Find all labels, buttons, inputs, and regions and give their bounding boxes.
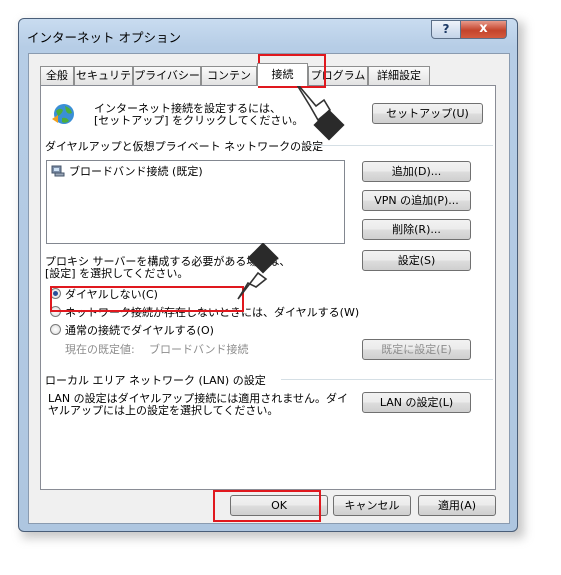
add-button-label: 追加(D)... (391, 165, 442, 178)
add-vpn-button[interactable]: VPN の追加(P)... (362, 190, 471, 211)
highlight-box-ok (213, 490, 321, 522)
lan-button-label: LAN の設定(L) (379, 396, 454, 409)
current-default-label: 現在の既定値: (65, 343, 135, 356)
broadband-connection-icon (51, 165, 65, 177)
current-default-value: ブロードバンド接続 (149, 343, 249, 356)
remove-button-label: 削除(R)... (392, 223, 441, 236)
tab-security[interactable]: セキュリティ (74, 66, 133, 99)
add-connection-button[interactable]: 追加(D)... (362, 161, 471, 182)
pointer-hand-icon (293, 79, 345, 141)
lan-section-label: ローカル エリア ネットワーク (LAN) の設定 (45, 374, 266, 387)
setup-button[interactable]: セットアップ(U) (372, 103, 483, 124)
help-button[interactable]: ? (431, 20, 461, 39)
tab-content[interactable]: コンテンツ (201, 66, 257, 99)
setup-text-line2: [セットアップ] をクリックしてください。 (94, 114, 304, 127)
lan-settings-button[interactable]: LAN の設定(L) (362, 392, 471, 413)
add-vpn-button-label: VPN の追加(P)... (374, 194, 459, 207)
tab-advanced[interactable]: 詳細設定 (368, 66, 430, 85)
globe-connection-icon (52, 104, 74, 124)
apply-button-label: 適用(A) (437, 499, 477, 512)
highlight-box-dial-never (50, 286, 244, 312)
tab-connections[interactable]: 接続 (257, 63, 308, 86)
dial-always-label[interactable]: 通常の接続でダイヤルする(O) (65, 322, 214, 338)
window-title: インターネット オプション (27, 30, 181, 45)
connections-listbox[interactable]: ブロードバンド接続 (既定) (46, 160, 345, 244)
settings-button-label: 設定(S) (397, 254, 436, 267)
set-default-button[interactable]: 既定に設定(E) (362, 339, 471, 360)
connection-settings-button[interactable]: 設定(S) (362, 250, 471, 271)
dialup-section-label: ダイヤルアップと仮想プライベート ネットワークの設定 (45, 140, 324, 153)
connection-item[interactable]: ブロードバンド接続 (既定) (69, 163, 203, 179)
tab-general[interactable]: 全般 (40, 66, 74, 85)
cancel-button[interactable]: キャンセル (333, 495, 411, 516)
lan-section-divider (281, 379, 493, 380)
pointer-hand-icon (237, 243, 279, 300)
close-button[interactable]: x (460, 20, 507, 39)
remove-connection-button[interactable]: 削除(R)... (362, 219, 471, 240)
set-default-button-label: 既定に設定(E) (381, 343, 452, 356)
apply-button[interactable]: 適用(A) (418, 495, 496, 516)
lan-text-line2: ヤルアップには上の設定を選択してください。 (48, 404, 279, 417)
dial-always-radio[interactable] (50, 324, 61, 335)
cancel-button-label: キャンセル (344, 499, 400, 512)
tab-privacy[interactable]: プライバシー (133, 66, 201, 85)
proxy-text-line2: [設定] を選択してください。 (45, 267, 189, 280)
